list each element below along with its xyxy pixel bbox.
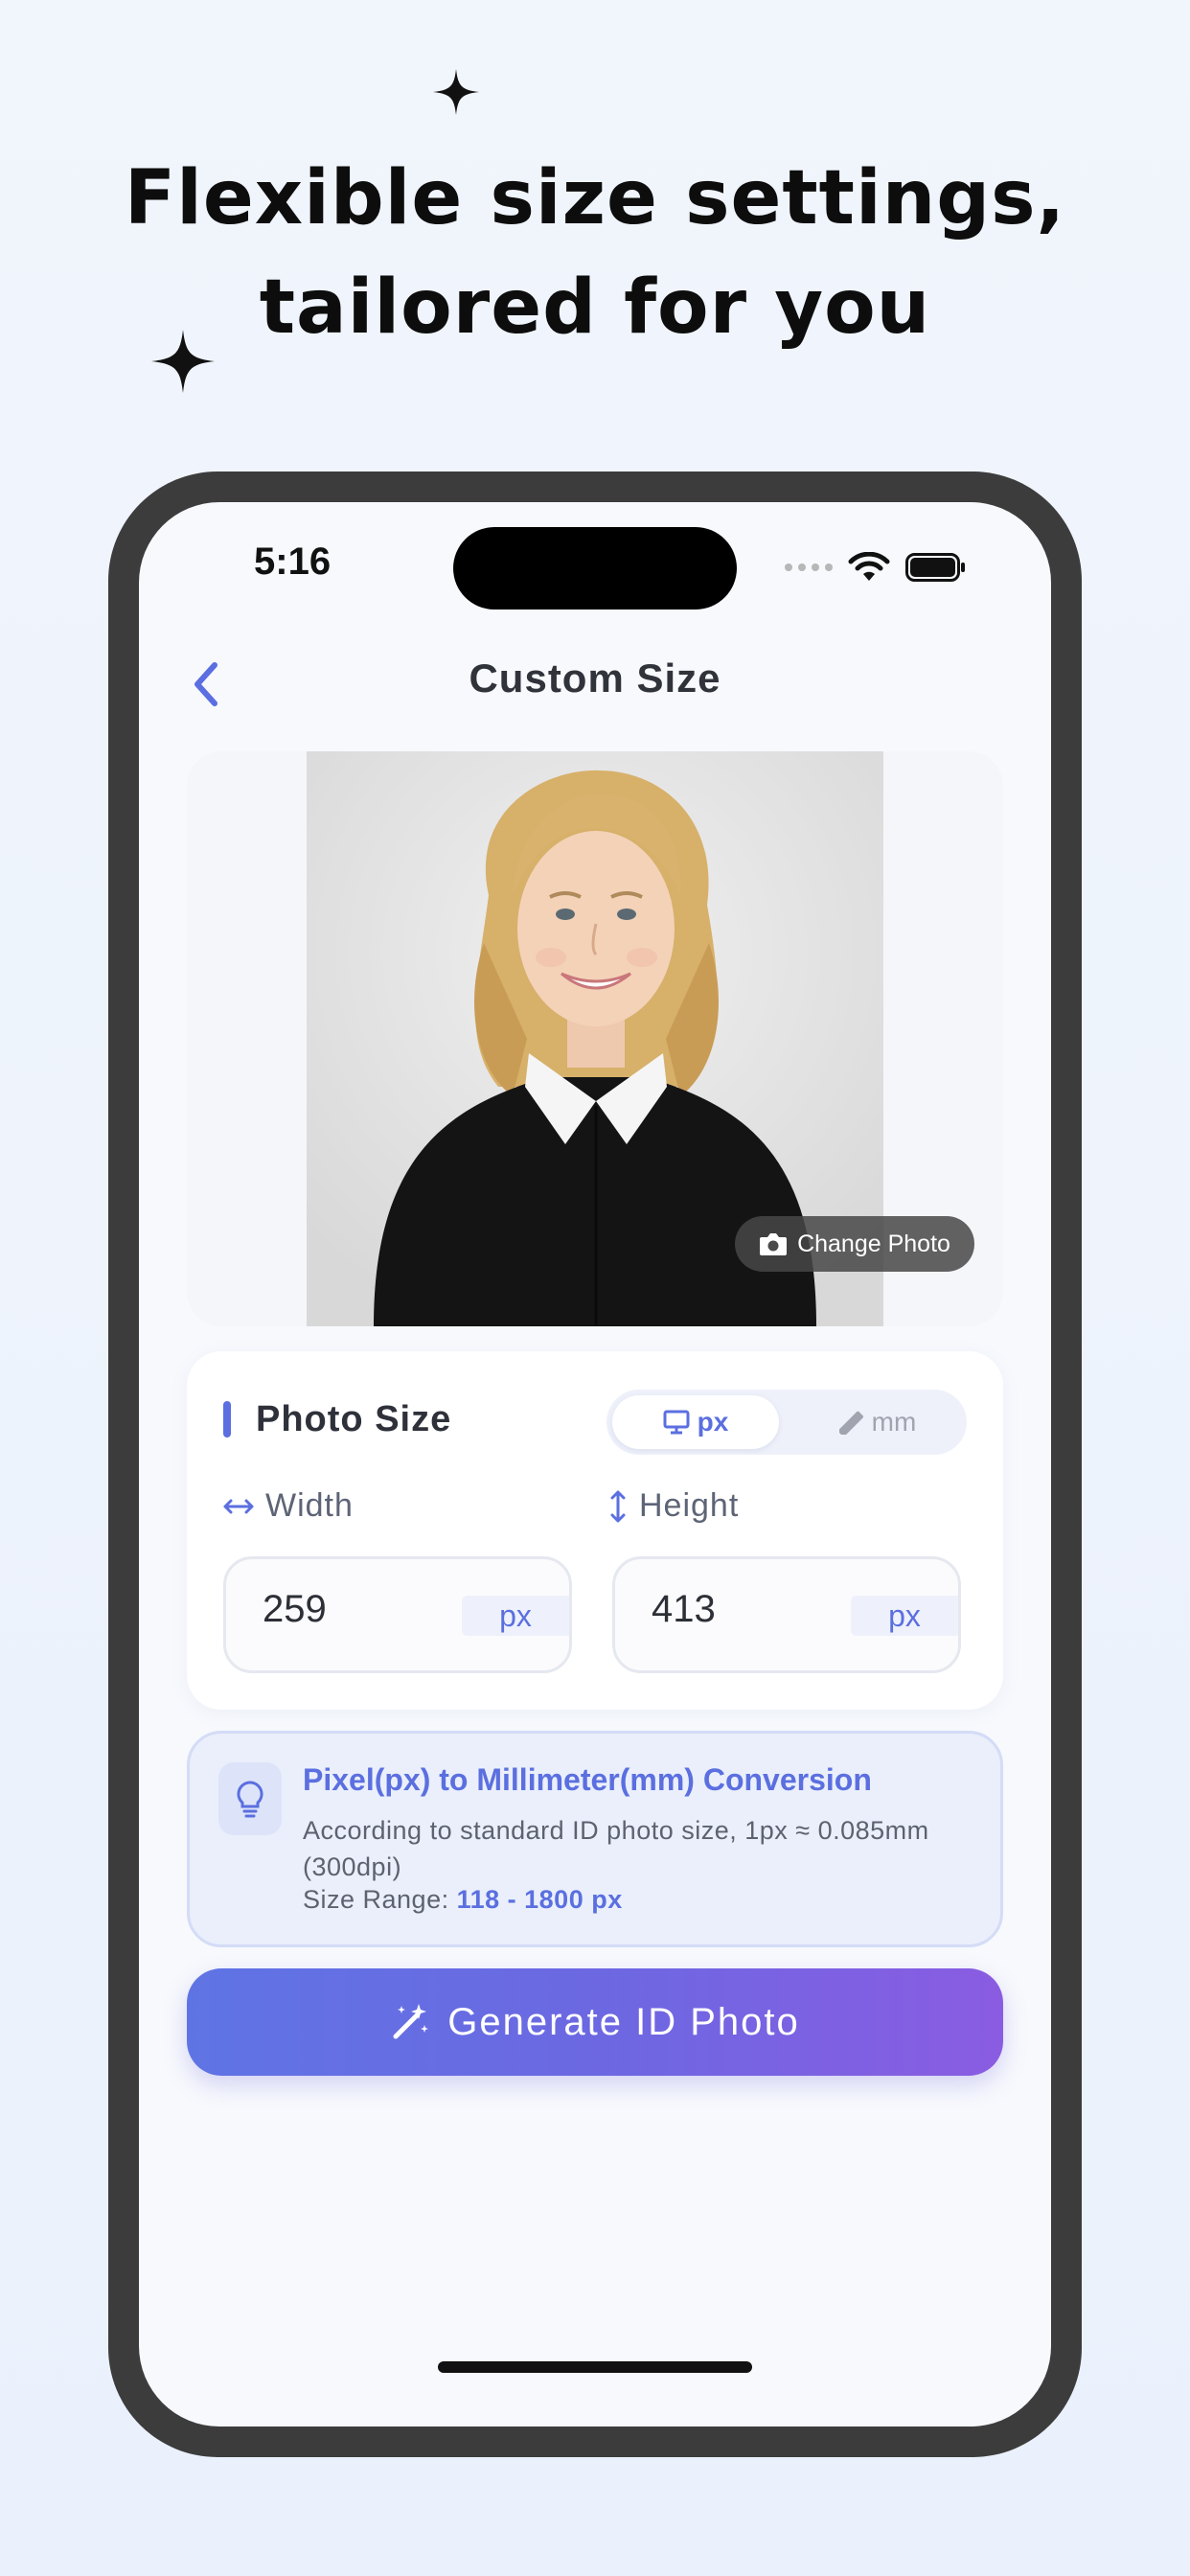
height-field[interactable]: px — [612, 1556, 961, 1673]
dynamic-island — [453, 527, 737, 610]
battery-icon — [905, 553, 965, 582]
width-input[interactable] — [263, 1588, 435, 1631]
monitor-icon — [663, 1410, 690, 1435]
size-range-value: 118 - 1800 px — [456, 1885, 623, 1914]
height-input[interactable] — [652, 1588, 824, 1631]
lightbulb-icon — [218, 1762, 282, 1835]
width-field[interactable]: px — [223, 1556, 572, 1673]
signal-icon — [785, 564, 833, 571]
conversion-info-card: Pixel(px) to Millimeter(mm) Conversion A… — [187, 1731, 1003, 1947]
height-label: Height — [608, 1487, 739, 1525]
width-label-text: Width — [265, 1487, 354, 1524]
headline-line-1: Flexible size settings, — [124, 155, 1066, 242]
width-unit-label: px — [462, 1596, 569, 1636]
size-range: Size Range: 118 - 1800 px — [303, 1885, 623, 1915]
vertical-arrows-icon — [610, 1490, 626, 1522]
change-photo-button[interactable]: Change Photo — [735, 1216, 974, 1272]
sparkle-icon — [151, 330, 215, 393]
generate-label: Generate ID Photo — [447, 2000, 800, 2043]
phone-screen: 5:16 Custom Size Change Photo Photo Size… — [139, 502, 1051, 2426]
ruler-icon — [838, 1411, 863, 1435]
sparkle-icon — [433, 69, 479, 115]
home-indicator — [438, 2361, 752, 2373]
size-range-label: Size Range: — [303, 1885, 457, 1914]
photo-size-card: Photo Size px mm Width Height 259 px 413… — [187, 1351, 1003, 1710]
magic-wand-icon — [393, 2004, 429, 2039]
camera-icon — [760, 1233, 788, 1255]
generate-id-photo-button[interactable]: Generate ID Photo — [187, 1968, 1003, 2076]
wifi-icon — [848, 552, 890, 581]
unit-px-option[interactable]: px — [612, 1395, 779, 1449]
unit-px-label: px — [697, 1407, 729, 1437]
unit-mm-option[interactable]: mm — [794, 1395, 961, 1449]
height-unit-label: px — [851, 1596, 958, 1636]
status-icons — [785, 552, 967, 583]
width-label: Width — [223, 1487, 354, 1525]
height-label-text: Height — [639, 1487, 740, 1524]
info-title: Pixel(px) to Millimeter(mm) Conversion — [303, 1762, 872, 1797]
info-text: According to standard ID photo size, 1px… — [303, 1816, 929, 1881]
section-title: Photo Size — [256, 1399, 452, 1439]
page-title: Custom Size — [469, 656, 721, 701]
status-time: 5:16 — [254, 540, 332, 583]
unit-toggle: px mm — [606, 1390, 967, 1455]
horizontal-arrows-icon — [223, 1499, 254, 1513]
change-photo-label: Change Photo — [797, 1230, 950, 1257]
unit-mm-label: mm — [871, 1407, 917, 1437]
section-accent-bar — [223, 1401, 231, 1438]
phone-frame: 5:16 Custom Size Change Photo Photo Size… — [108, 472, 1082, 2457]
